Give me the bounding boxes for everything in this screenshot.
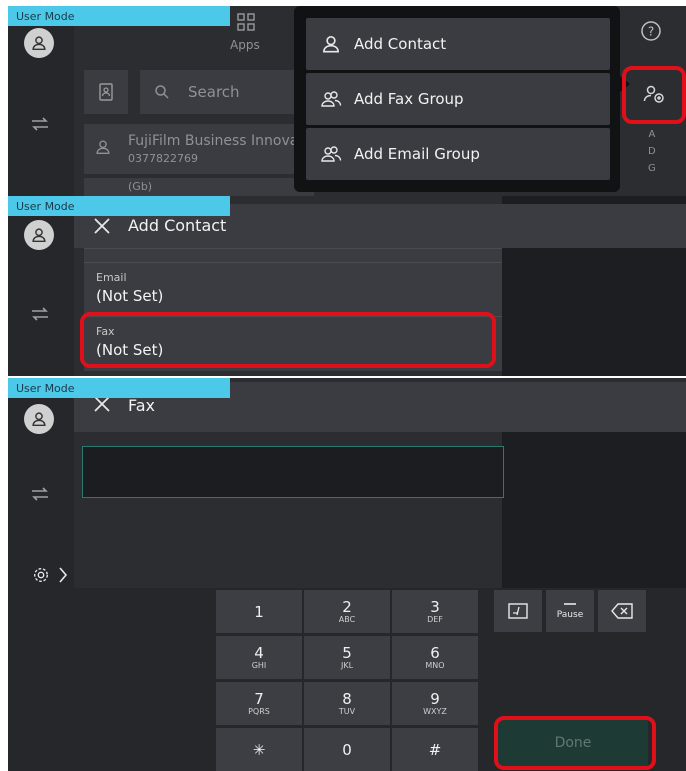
contact-name: (Gb) <box>128 180 153 193</box>
key-5[interactable]: 5 JKL <box>304 636 390 679</box>
backspace-icon <box>611 603 633 619</box>
highlight-box <box>80 312 496 368</box>
person-icon <box>32 36 46 51</box>
highlight-box <box>622 66 686 124</box>
contact-name: FujiFilm Business Innova <box>128 133 299 149</box>
page-title: Fax <box>128 396 156 415</box>
add-menu: Add Contact Add Fax Group Add Email Grou… <box>294 6 620 192</box>
key-letters: ABC <box>338 614 356 624</box>
pause-label: Pause <box>556 610 584 620</box>
search-input[interactable]: Search <box>140 70 300 114</box>
key-9[interactable]: 9 WXYZ <box>392 682 478 725</box>
menu-item-label: Add Fax Group <box>354 90 464 108</box>
key-7[interactable]: 7 PQRS <box>216 682 302 725</box>
index-letter[interactable]: A <box>648 126 656 143</box>
key-digit: 7 <box>254 689 264 708</box>
key-1[interactable]: 1 <box>216 590 302 633</box>
key-digit: 9 <box>430 689 440 708</box>
highlight-box <box>494 716 656 770</box>
add-contact-menu-item[interactable]: Add Contact <box>306 18 610 70</box>
key-letters: JKL <box>340 660 354 670</box>
field-label: Email <box>96 271 127 284</box>
email-field[interactable]: Email (Not Set) <box>84 262 502 317</box>
swap-arrows-icon[interactable] <box>28 302 52 326</box>
key-digit: 3 <box>430 597 440 616</box>
close-icon[interactable] <box>90 214 114 238</box>
apps-grid-icon[interactable] <box>236 12 256 32</box>
search-placeholder: Search <box>188 83 240 101</box>
key-star[interactable]: ✳ <box>216 728 302 771</box>
add-email-group-menu-item[interactable]: Add Email Group <box>306 128 610 180</box>
contact-row[interactable]: (Gb) <box>84 178 314 196</box>
key-0[interactable]: 0 <box>304 728 390 771</box>
user-mode-label: User Mode <box>16 10 75 23</box>
key-8[interactable]: 8 TUV <box>304 682 390 725</box>
key-digit: # <box>428 740 442 759</box>
key-hash[interactable]: # <box>392 728 478 771</box>
person-icon <box>323 36 339 53</box>
address-book-panel: User Mode Apps Search FujiFilm Business … <box>8 6 686 196</box>
key-digit: 4 <box>254 643 264 662</box>
page-title: Add Contact <box>128 216 227 235</box>
contact-row[interactable]: FujiFilm Business Innova 0377822769 <box>84 124 314 174</box>
key-digit: 2 <box>342 597 352 616</box>
swap-arrows-icon[interactable] <box>28 482 52 506</box>
fax-format-icon <box>508 603 528 619</box>
fax-entry-panel: User Mode Fax 1 2 ABC 3 DEF 4 GHI 5 JKL 6 MNO… <box>8 378 686 771</box>
key-letters: TUV <box>338 706 356 716</box>
key-letters: MNO <box>425 660 445 670</box>
group-icon <box>321 146 342 162</box>
swap-arrows-icon[interactable] <box>28 112 52 136</box>
address-book-button[interactable] <box>84 70 128 114</box>
apps-label: Apps <box>230 38 260 52</box>
key-digit: 6 <box>430 643 440 662</box>
svg-text:?: ? <box>648 25 654 39</box>
menu-item-label: Add Contact <box>354 35 447 53</box>
field-row-partial <box>84 248 502 263</box>
chevron-right-icon[interactable] <box>58 566 68 584</box>
user-avatar-button[interactable] <box>24 220 54 250</box>
key-letters: DEF <box>427 614 443 624</box>
key-2[interactable]: 2 ABC <box>304 590 390 633</box>
key-6[interactable]: 6 MNO <box>392 636 478 679</box>
person-icon <box>32 412 46 427</box>
gear-icon[interactable] <box>32 566 50 584</box>
search-icon <box>155 85 169 99</box>
backspace-button[interactable] <box>598 590 646 632</box>
key-letters: WXYZ <box>423 706 447 716</box>
add-contact-panel: User Mode Add Contact Email (Not Set) Fa… <box>8 196 686 376</box>
add-fax-group-menu-item[interactable]: Add Fax Group <box>306 73 610 125</box>
index-letter[interactable]: G <box>648 160 656 177</box>
right-panel <box>502 432 686 588</box>
user-mode-label: User Mode <box>16 200 75 213</box>
address-book-icon <box>99 83 113 101</box>
help-icon[interactable]: ? <box>640 20 662 42</box>
group-icon <box>321 91 342 107</box>
fax-format-button[interactable] <box>494 590 542 632</box>
index-letter[interactable]: D <box>648 143 656 160</box>
person-icon <box>32 228 46 243</box>
key-digit: 5 <box>342 643 352 662</box>
field-value: (Not Set) <box>96 287 164 305</box>
user-avatar-button[interactable] <box>24 28 54 58</box>
user-avatar-button[interactable] <box>24 404 54 434</box>
contact-number: 0377822769 <box>128 152 198 165</box>
dash-icon <box>564 603 576 605</box>
menu-item-label: Add Email Group <box>354 145 480 163</box>
key-letters: GHI <box>251 660 267 670</box>
user-mode-label: User Mode <box>16 382 75 395</box>
fax-number-input[interactable] <box>82 446 504 498</box>
pause-button[interactable]: Pause <box>546 590 594 632</box>
key-4[interactable]: 4 GHI <box>216 636 302 679</box>
person-icon <box>96 140 110 154</box>
key-digit: 1 <box>254 602 264 621</box>
key-digit: 8 <box>342 689 352 708</box>
key-letters: PQRS <box>248 706 270 716</box>
key-digit: ✳ <box>252 740 266 759</box>
alpha-index[interactable]: A D G <box>648 126 656 177</box>
key-digit: 0 <box>342 740 352 759</box>
key-3[interactable]: 3 DEF <box>392 590 478 633</box>
